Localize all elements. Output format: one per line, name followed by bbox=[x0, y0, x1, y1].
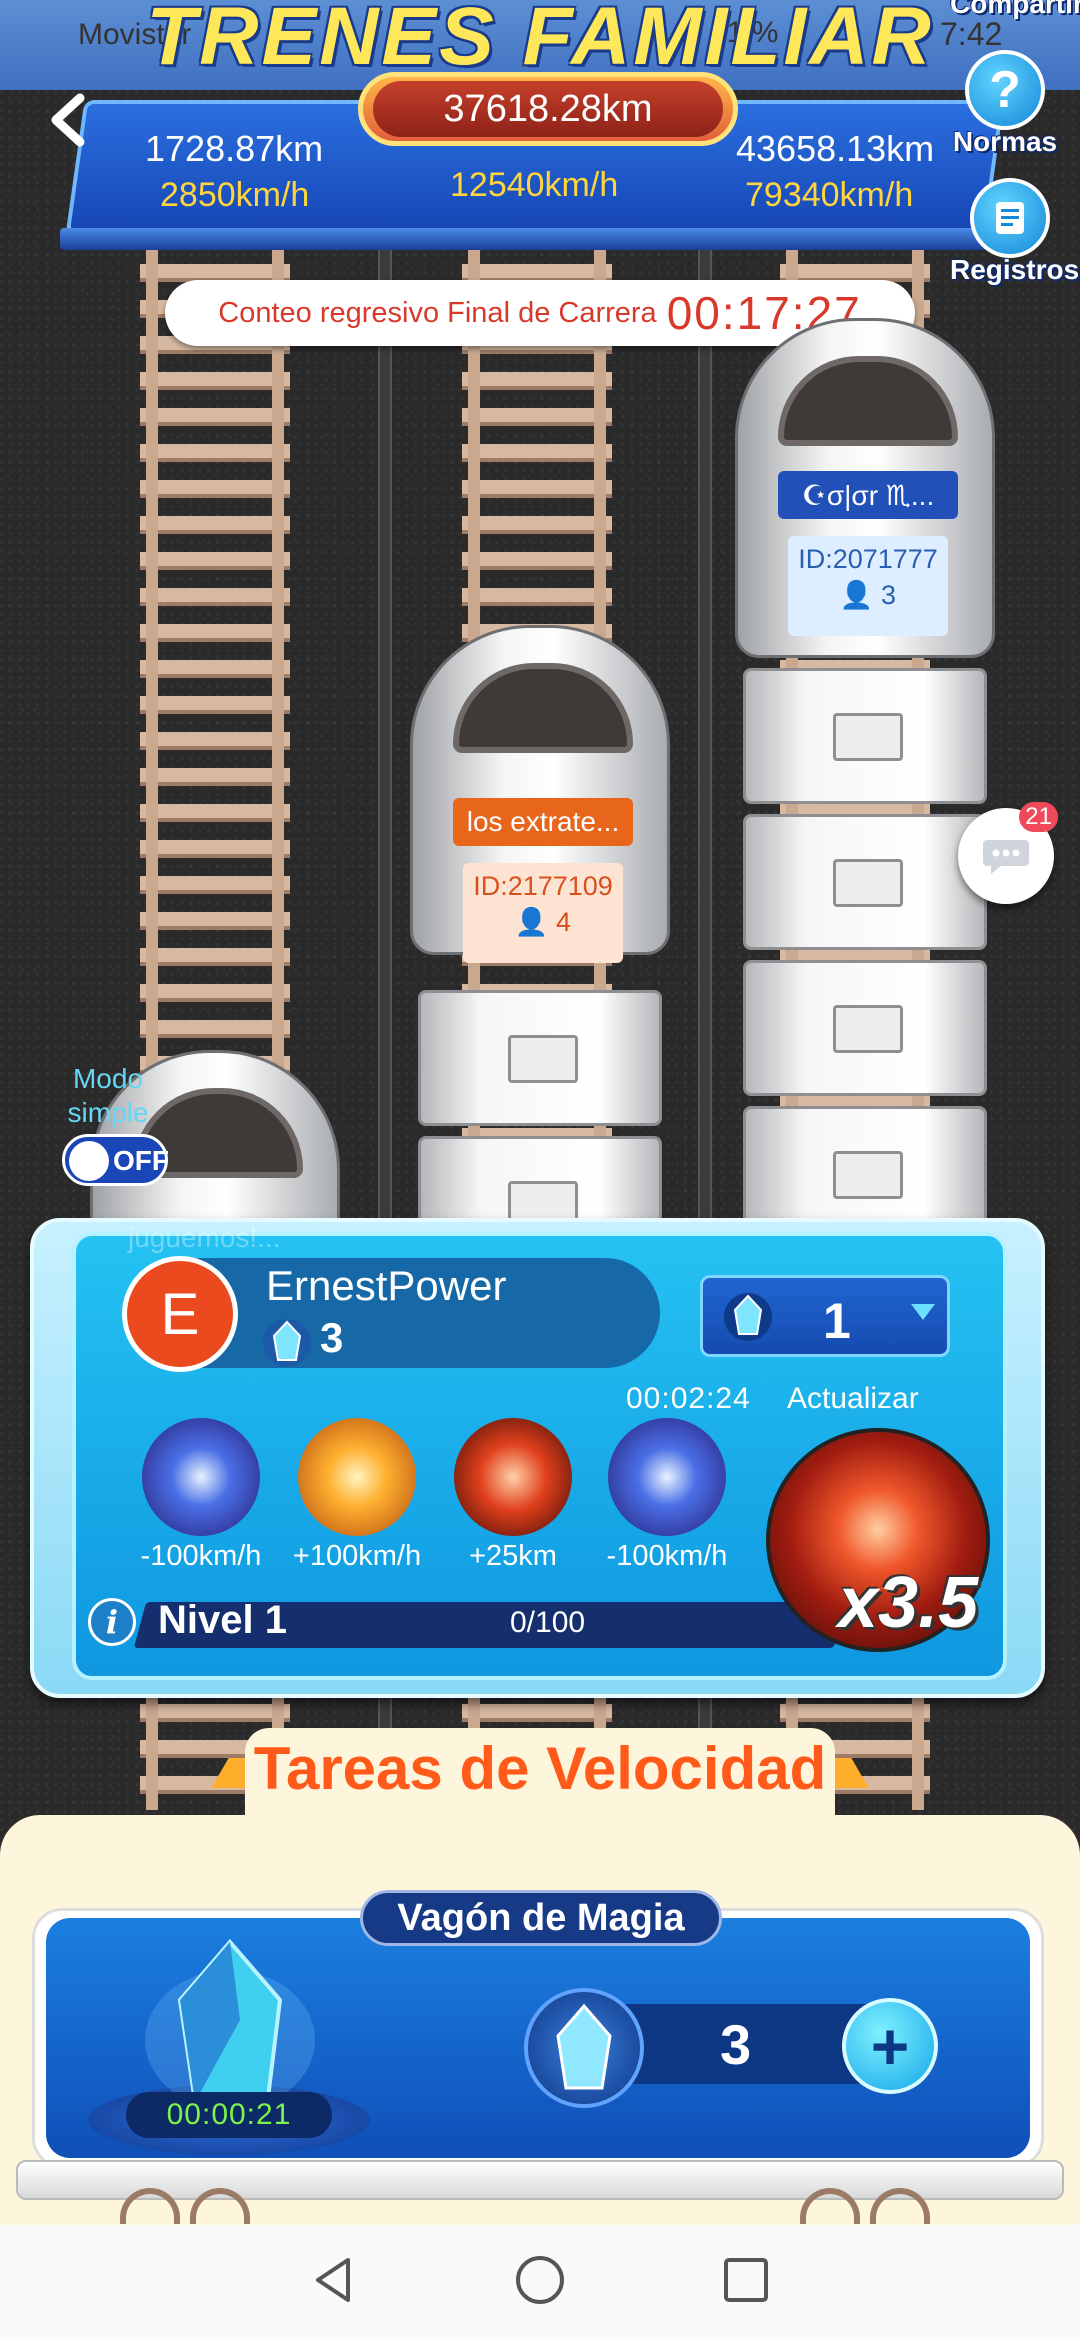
team-name-tag: los extrate... bbox=[453, 798, 633, 846]
rules-button[interactable]: ? Normas bbox=[950, 50, 1060, 158]
train-car bbox=[743, 814, 987, 950]
lane-2-speed: 12540km/h bbox=[450, 166, 619, 204]
car-door bbox=[833, 1005, 903, 1053]
share-label: Compartir bbox=[950, 0, 1080, 19]
train-nose: ☪σ|σr ♏... ID:2071777 👤 3 bbox=[735, 318, 995, 658]
orange-burst-icon[interactable] bbox=[298, 1418, 416, 1536]
nav-home-button[interactable] bbox=[512, 2252, 568, 2313]
nav-recents-button[interactable] bbox=[718, 2252, 774, 2313]
simple-mode-label: Modo simple bbox=[67, 1063, 149, 1128]
speed-multiplier: x3.5 bbox=[838, 1563, 979, 1643]
records-button[interactable]: Registros bbox=[950, 178, 1080, 286]
chat-unread-badge: 21 bbox=[1019, 802, 1058, 832]
share-button[interactable]: Compartir bbox=[950, 0, 1080, 20]
rules-label: Normas bbox=[952, 126, 1058, 157]
square-recents-icon bbox=[724, 2258, 768, 2302]
boost-label: -100km/h bbox=[606, 1540, 728, 1572]
lane-1-speed: 2850km/h bbox=[160, 176, 310, 214]
team-members: 👤 3 bbox=[788, 579, 948, 611]
person-icon: 👤 bbox=[839, 580, 874, 610]
refresh-timer: 00:02:24 bbox=[626, 1382, 751, 1415]
score-panel-base bbox=[60, 228, 1020, 250]
red-coil-icon[interactable] bbox=[454, 1418, 572, 1536]
car-door bbox=[833, 713, 903, 761]
system-nav-bar bbox=[0, 2225, 1080, 2340]
chevron-down-icon bbox=[911, 1304, 935, 1320]
crystal-icon bbox=[263, 1319, 311, 1367]
triangle-back-icon bbox=[316, 2258, 350, 2302]
team-watermark: juguemos!... bbox=[128, 1222, 281, 1253]
total-distance: 37618.28km bbox=[373, 81, 723, 137]
team-id: ID:2177109 bbox=[473, 871, 613, 901]
train-windshield bbox=[778, 356, 958, 446]
refresh-button[interactable]: Actualizar bbox=[787, 1382, 919, 1416]
train-windshield bbox=[453, 663, 633, 753]
circle-home-icon bbox=[516, 2256, 564, 2304]
member-count: 3 bbox=[881, 580, 897, 610]
avatar[interactable]: E bbox=[122, 1256, 238, 1372]
player-name: ErnestPower bbox=[266, 1262, 507, 1309]
car-door bbox=[508, 1035, 578, 1083]
toggle-knob bbox=[69, 1141, 109, 1181]
magic-wagon-timer: 00:00:21 bbox=[126, 2092, 332, 2138]
chevron-left-icon bbox=[51, 93, 85, 147]
train-car bbox=[418, 990, 662, 1126]
level-progress-text: 0/100 bbox=[510, 1606, 586, 1639]
blue-burst-icon[interactable] bbox=[608, 1418, 726, 1536]
countdown-label: Conteo regresivo Final de Carrera bbox=[218, 296, 657, 329]
tasks-title: Tareas de Velocidad bbox=[253, 1735, 827, 1802]
gem-amount-select[interactable]: 1 bbox=[700, 1275, 950, 1357]
magic-gem-amount: 3 bbox=[720, 2013, 752, 2076]
train-car bbox=[743, 668, 987, 804]
nav-back-button[interactable] bbox=[306, 2252, 362, 2313]
lane-3-speed: 79340km/h bbox=[745, 176, 914, 214]
car-door bbox=[833, 859, 903, 907]
train-nose: los extrate... ID:2177109 👤 4 bbox=[410, 625, 670, 963]
boost-label: +100km/h bbox=[292, 1540, 422, 1572]
lane-3-distance: 43658.13km bbox=[736, 128, 935, 169]
player-gem-count: 3 bbox=[320, 1314, 344, 1361]
chat-bubble-icon bbox=[983, 840, 1029, 874]
member-count: 4 bbox=[556, 907, 572, 937]
back-button[interactable] bbox=[30, 80, 110, 160]
chat-button[interactable]: 21 bbox=[958, 802, 1058, 904]
add-gem-button[interactable]: + bbox=[842, 1998, 938, 2094]
team-members: 👤 4 bbox=[463, 906, 623, 938]
blue-burst-icon[interactable] bbox=[142, 1418, 260, 1536]
simple-mode-toggle[interactable]: OFF bbox=[62, 1134, 169, 1186]
team-name-tag: ☪σ|σr ♏... bbox=[778, 471, 958, 519]
records-list-icon bbox=[970, 178, 1050, 258]
person-icon: 👤 bbox=[514, 907, 549, 937]
magic-wagon-title: Vagón de Magia bbox=[360, 1890, 722, 1946]
crystal-icon bbox=[524, 1988, 644, 2108]
crystal-icon bbox=[724, 1293, 772, 1341]
info-icon[interactable]: i bbox=[88, 1598, 136, 1646]
team-id-card: ID:2177109 👤 4 bbox=[463, 863, 623, 963]
boost-label: -100km/h bbox=[140, 1540, 262, 1572]
toggle-state: OFF bbox=[113, 1145, 169, 1176]
train-car bbox=[743, 960, 987, 1096]
records-label: Registros bbox=[950, 254, 1080, 285]
level-label: Nivel 1 bbox=[158, 1598, 287, 1642]
team-id: ID:2071777 bbox=[798, 544, 938, 574]
lane-1-distance: 1728.87km bbox=[145, 128, 324, 169]
car-door bbox=[833, 1151, 903, 1199]
total-distance-pill: 37618.28km bbox=[358, 72, 738, 146]
team-id-card: ID:2071777 👤 3 bbox=[788, 536, 948, 636]
question-icon: ? bbox=[965, 50, 1045, 130]
select-value: 1 bbox=[823, 1293, 851, 1349]
boost-label: +25km bbox=[469, 1540, 557, 1572]
